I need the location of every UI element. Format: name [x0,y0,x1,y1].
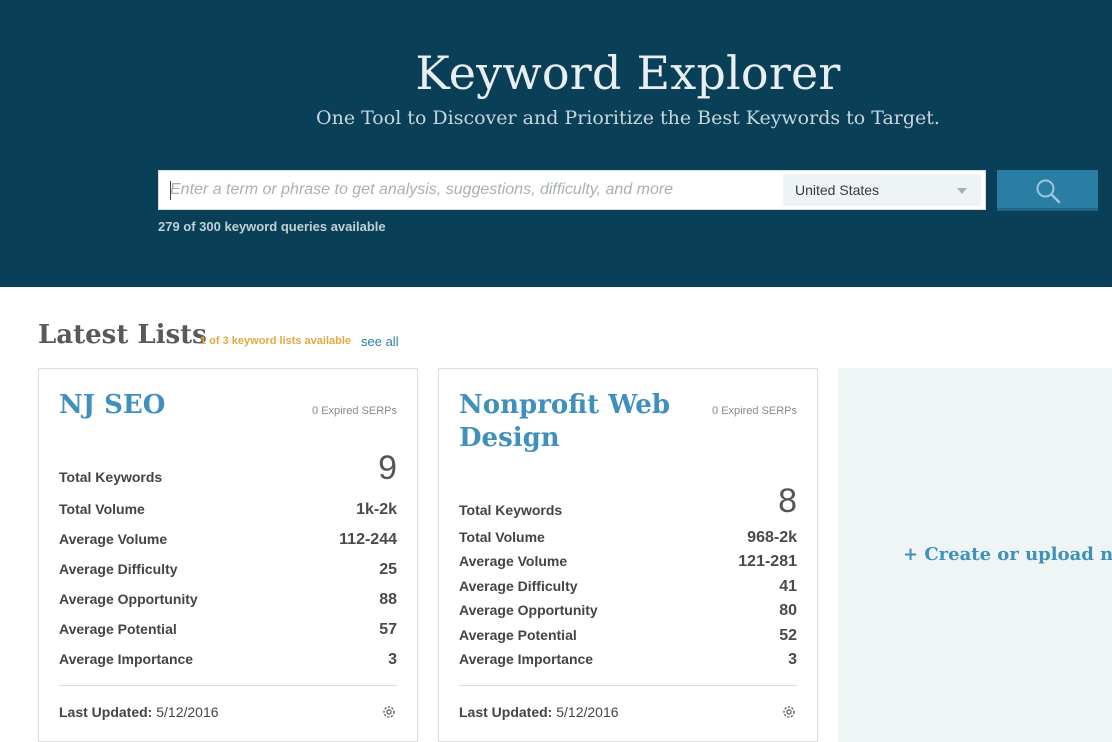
country-select-value: United States [795,182,880,198]
stat-row: Average Volume 121-281 [459,553,797,575]
stat-value: 121-281 [738,553,797,570]
country-select[interactable]: United States [783,174,981,206]
last-updated-label: Last Updated: [459,704,553,720]
stat-label: Average Volume [459,553,568,569]
page-subtitle: One Tool to Discover and Prioritize the … [316,107,940,129]
search-bar: United States [158,170,986,210]
stat-label: Average Potential [459,627,577,643]
chevron-down-icon [957,188,967,194]
stat-row: Average Importance 3 [459,651,797,673]
stat-row: Total Keywords [459,502,797,524]
keyword-list-card: NJ SEO 0 Expired SERPs Total Keywords 9 … [38,368,418,742]
expired-serps: 0 Expired SERPs [312,405,397,417]
search-button[interactable] [997,170,1098,211]
page-title: Keyword Explorer [415,46,841,100]
stat-value: 3 [388,651,397,668]
gear-icon[interactable] [781,704,797,720]
stat-label: Average Potential [59,621,177,637]
expired-serps: 0 Expired SERPs [712,405,797,417]
stat-label: Average Volume [59,531,168,547]
stat-row: Average Difficulty 25 [59,561,397,583]
stat-row: Average Volume 112-244 [59,531,397,553]
lists-available-count: 1 of 3 keyword lists available [200,335,352,347]
divider [59,685,397,686]
stat-value: 88 [379,591,397,608]
query-quota: 279 of 300 keyword queries available [158,219,386,234]
last-updated: Last Updated: 5/12/2016 [459,704,619,720]
stat-row: Average Importance 3 [59,651,397,673]
stat-row: Total Volume 968-2k [459,529,797,551]
list-title[interactable]: NJ SEO [59,389,309,422]
list-title[interactable]: Nonprofit Web Design [459,389,709,455]
stat-label: Average Opportunity [459,602,598,618]
last-updated: Last Updated: 5/12/2016 [59,704,219,720]
stat-label: Average Opportunity [59,591,198,607]
last-updated-date: 5/12/2016 [556,704,619,720]
stat-value: 968-2k [747,529,797,546]
create-list-card[interactable]: + Create or upload new [838,368,1112,742]
stat-row: Average Opportunity 80 [459,602,797,624]
stat-label: Total Volume [459,529,545,545]
see-all-link[interactable]: see all [361,334,399,349]
gear-icon[interactable] [381,704,397,720]
last-updated-date: 5/12/2016 [156,704,219,720]
stat-value: 52 [779,627,797,644]
stat-label: Average Difficulty [59,561,178,577]
stat-label: Average Importance [59,651,194,667]
text-caret [170,181,171,200]
stat-label: Total Keywords [59,469,163,485]
stat-label: Average Difficulty [459,578,578,594]
stat-label: Total Keywords [459,502,563,518]
stat-row: Average Potential 52 [459,627,797,649]
section-title: Latest Lists [38,320,207,350]
search-input[interactable] [159,171,779,209]
hero-header: Keyword Explorer One Tool to Discover an… [0,0,1112,287]
total-keywords-count: 8 [778,482,797,520]
stat-label: Total Volume [59,501,145,517]
stat-value: 80 [779,602,797,619]
stat-value: 25 [379,561,397,578]
stat-row: Total Volume 1k-2k [59,501,397,523]
search-icon [1036,179,1061,204]
stat-value: 57 [379,621,397,638]
stat-row: Average Opportunity 88 [59,591,397,613]
stat-value: 1k-2k [356,501,397,518]
divider [459,685,797,686]
stat-value: 112-244 [339,531,397,548]
stat-row: Total Keywords [59,469,397,491]
stat-row: Average Difficulty 41 [459,578,797,600]
keyword-list-card: Nonprofit Web Design 0 Expired SERPs Tot… [438,368,818,742]
last-updated-label: Last Updated: [59,704,153,720]
stat-value: 3 [788,651,797,668]
stat-value: 41 [779,578,797,595]
stat-label: Average Importance [459,651,594,667]
create-list-link[interactable]: + Create or upload new [903,544,1112,565]
total-keywords-count: 9 [378,449,397,487]
stat-row: Average Potential 57 [59,621,397,643]
